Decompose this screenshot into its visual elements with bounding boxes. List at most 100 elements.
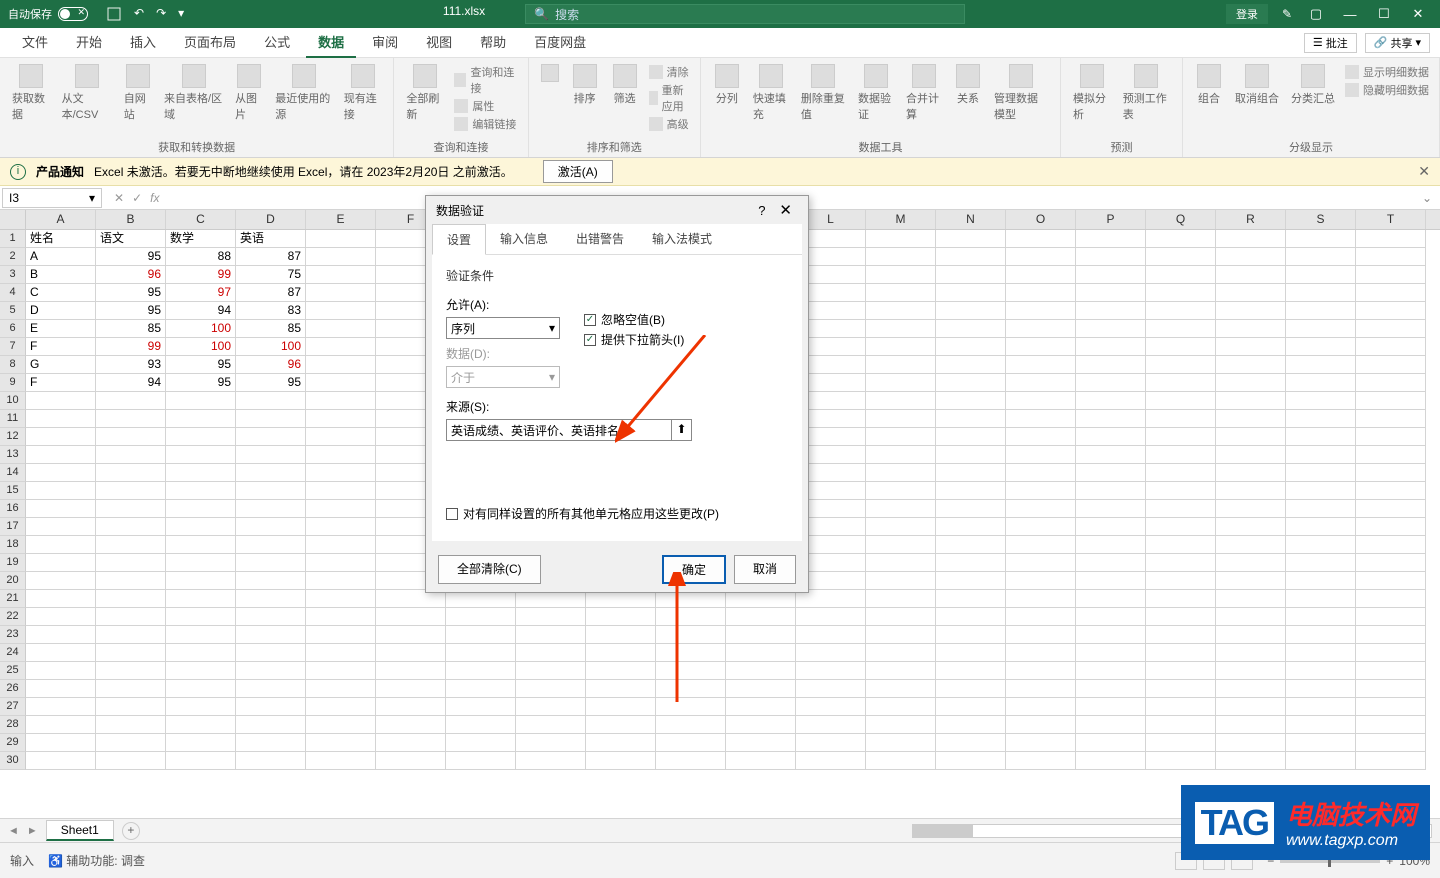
cell[interactable] <box>866 518 936 536</box>
cell[interactable] <box>1006 734 1076 752</box>
cell[interactable] <box>236 752 306 770</box>
cell[interactable] <box>26 662 96 680</box>
ribbon-button[interactable]: 模拟分析 <box>1069 62 1115 124</box>
cell[interactable] <box>796 698 866 716</box>
cell[interactable] <box>236 500 306 518</box>
ribbon-tab-4[interactable]: 公式 <box>252 27 302 58</box>
save-icon[interactable] <box>106 6 122 22</box>
ribbon-button[interactable]: 来自表格/区域 <box>160 62 227 124</box>
cell[interactable] <box>936 554 1006 572</box>
cell[interactable] <box>586 752 656 770</box>
cell[interactable] <box>1286 752 1356 770</box>
row-header[interactable]: 6 <box>0 320 26 338</box>
cell[interactable] <box>306 464 376 482</box>
cell[interactable] <box>1216 572 1286 590</box>
cell[interactable] <box>1006 590 1076 608</box>
cell[interactable] <box>936 338 1006 356</box>
ribbon-button[interactable]: 获取数据 <box>8 62 54 124</box>
cell[interactable] <box>1356 320 1426 338</box>
refresh-all-button[interactable]: 全部刷新 <box>402 62 448 124</box>
cell[interactable] <box>446 644 516 662</box>
cell[interactable] <box>26 626 96 644</box>
cell[interactable] <box>936 410 1006 428</box>
cell[interactable]: A <box>26 248 96 266</box>
cell[interactable] <box>1286 230 1356 248</box>
in-cell-dropdown-checkbox[interactable]: ✓提供下拉箭头(I) <box>584 331 684 348</box>
cell[interactable] <box>796 680 866 698</box>
cell[interactable] <box>1286 446 1356 464</box>
cell[interactable] <box>1216 734 1286 752</box>
cell[interactable] <box>1286 644 1356 662</box>
cell[interactable] <box>1356 464 1426 482</box>
cell[interactable] <box>166 698 236 716</box>
close-icon[interactable]: ✕ <box>1408 6 1428 22</box>
cell[interactable] <box>1356 338 1426 356</box>
cell[interactable] <box>1356 680 1426 698</box>
row-header[interactable]: 15 <box>0 482 26 500</box>
ribbon-button[interactable]: 最近使用的源 <box>271 62 335 124</box>
cell[interactable] <box>936 752 1006 770</box>
cell[interactable] <box>26 554 96 572</box>
cell[interactable] <box>1286 464 1356 482</box>
cell[interactable] <box>516 644 586 662</box>
cell[interactable] <box>306 626 376 644</box>
cell[interactable] <box>376 644 446 662</box>
name-box[interactable]: I3▾ <box>2 188 102 208</box>
cell[interactable]: 99 <box>166 266 236 284</box>
cell[interactable] <box>866 662 936 680</box>
ribbon-item[interactable]: 隐藏明细数据 <box>1345 82 1429 98</box>
row-header[interactable]: 8 <box>0 356 26 374</box>
cell[interactable] <box>1076 644 1146 662</box>
cell[interactable] <box>1286 734 1356 752</box>
cell[interactable] <box>1006 536 1076 554</box>
cell[interactable] <box>166 752 236 770</box>
cell[interactable] <box>26 716 96 734</box>
cell[interactable]: B <box>26 266 96 284</box>
cell[interactable] <box>96 608 166 626</box>
ribbon-tab-7[interactable]: 视图 <box>414 27 464 58</box>
cell[interactable] <box>1146 752 1216 770</box>
cell[interactable] <box>96 716 166 734</box>
cell[interactable] <box>516 680 586 698</box>
ribbon-button[interactable]: 组合 <box>1191 62 1227 108</box>
cell[interactable] <box>166 680 236 698</box>
cell[interactable] <box>96 662 166 680</box>
search-box[interactable]: 🔍 搜索 <box>525 4 965 24</box>
cell[interactable] <box>726 716 796 734</box>
qat-dropdown-icon[interactable]: ▾ <box>178 6 184 22</box>
cell[interactable] <box>1146 680 1216 698</box>
row-header[interactable]: 20 <box>0 572 26 590</box>
row-header[interactable]: 16 <box>0 500 26 518</box>
cell[interactable] <box>376 626 446 644</box>
cell[interactable] <box>656 608 726 626</box>
cell[interactable] <box>26 644 96 662</box>
cell[interactable] <box>96 752 166 770</box>
ribbon-button[interactable]: 管理数据模型 <box>990 62 1052 124</box>
cell[interactable] <box>1146 266 1216 284</box>
cell[interactable] <box>1216 518 1286 536</box>
sheet-tab[interactable]: Sheet1 <box>46 820 114 841</box>
column-header[interactable]: Q <box>1146 210 1216 229</box>
cell[interactable] <box>236 662 306 680</box>
cell[interactable] <box>236 572 306 590</box>
cell[interactable] <box>376 752 446 770</box>
cell[interactable] <box>1356 752 1426 770</box>
cell[interactable] <box>1216 446 1286 464</box>
cell[interactable] <box>26 734 96 752</box>
cell[interactable] <box>236 482 306 500</box>
dialog-tab[interactable]: 出错警告 <box>562 224 638 254</box>
column-header[interactable]: O <box>1006 210 1076 229</box>
cell[interactable] <box>96 572 166 590</box>
cell[interactable] <box>236 626 306 644</box>
cell[interactable] <box>166 536 236 554</box>
cell[interactable] <box>166 554 236 572</box>
cell[interactable] <box>1146 536 1216 554</box>
cell[interactable] <box>866 428 936 446</box>
cell[interactable]: 95 <box>96 248 166 266</box>
row-header[interactable]: 22 <box>0 608 26 626</box>
cell[interactable] <box>236 644 306 662</box>
cell[interactable] <box>236 716 306 734</box>
cell[interactable] <box>1006 428 1076 446</box>
cell[interactable] <box>96 734 166 752</box>
cell[interactable] <box>866 698 936 716</box>
